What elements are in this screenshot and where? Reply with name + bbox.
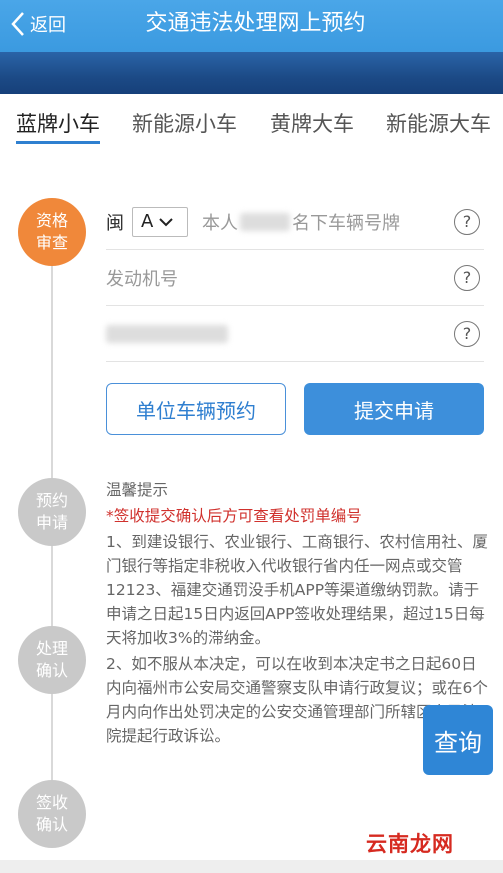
plate-letter-value: A xyxy=(141,211,154,232)
help-icon[interactable]: ? xyxy=(454,264,480,291)
step-label: 资格 xyxy=(35,211,68,230)
step-label: 预约 xyxy=(35,491,68,510)
step-label: 确认 xyxy=(35,815,68,834)
help-icon[interactable]: ? xyxy=(454,320,480,347)
header-band xyxy=(0,52,503,94)
help-icon[interactable]: ? xyxy=(454,208,480,235)
engine-input[interactable]: 发动机号 xyxy=(106,265,178,291)
redacted-row[interactable]: ? xyxy=(106,306,484,362)
tab-yellow-large[interactable]: 黄牌大车 xyxy=(270,94,354,154)
redacted-field[interactable] xyxy=(106,324,228,343)
tab-new-energy-small[interactable]: 新能源小车 xyxy=(132,94,237,154)
tips-warning: *签收提交确认后方可查看处罚单编号 xyxy=(106,507,362,525)
step-label: 申请 xyxy=(35,513,68,532)
step-apply: 预约 申请 xyxy=(18,478,86,546)
step-label: 处理 xyxy=(35,639,68,658)
plate-letter-select[interactable]: A xyxy=(132,206,188,237)
vehicle-type-tabs: 蓝牌小车 新能源小车 黄牌大车 新能源大车 xyxy=(0,94,503,164)
step-sign: 签收 确认 xyxy=(18,780,86,848)
engine-row[interactable]: 发动机号 ? xyxy=(106,250,484,306)
step-label: 确认 xyxy=(35,661,68,680)
unit-vehicle-button[interactable]: 单位车辆预约 xyxy=(106,383,286,435)
step-label: 审查 xyxy=(35,233,68,252)
step-qualification: 资格 审查 xyxy=(18,198,86,266)
plate-row: 闽 A 本人 名下车辆号牌 ? xyxy=(106,194,484,250)
step-process: 处理 确认 xyxy=(18,626,86,694)
chevron-down-icon xyxy=(159,217,174,226)
query-button[interactable]: 查询 xyxy=(423,705,493,775)
app-header: 返回 交通违法处理网上预约 xyxy=(0,0,503,94)
tab-new-energy-large[interactable]: 新能源大车 xyxy=(386,94,491,154)
watermark: 云南龙网 xyxy=(366,832,454,856)
tips-title: 温馨提示 xyxy=(106,481,169,499)
province-label: 闽 xyxy=(106,212,124,234)
plate-placeholder-post[interactable]: 名下车辆号牌 xyxy=(292,209,400,235)
bottom-bar xyxy=(0,860,503,873)
redacted-name xyxy=(240,212,290,231)
step-label: 签收 xyxy=(35,793,68,812)
plate-placeholder-pre: 本人 xyxy=(202,212,238,234)
tab-blue-small[interactable]: 蓝牌小车 xyxy=(16,94,100,154)
page-title: 交通违法处理网上预约 xyxy=(145,11,366,36)
tips-paragraph-1: 1、到建设银行、农业银行、工商银行、农村信用社、厦门银行等指定非税收入代收银行省… xyxy=(106,533,488,647)
submit-button[interactable]: 提交申请 xyxy=(304,383,484,435)
